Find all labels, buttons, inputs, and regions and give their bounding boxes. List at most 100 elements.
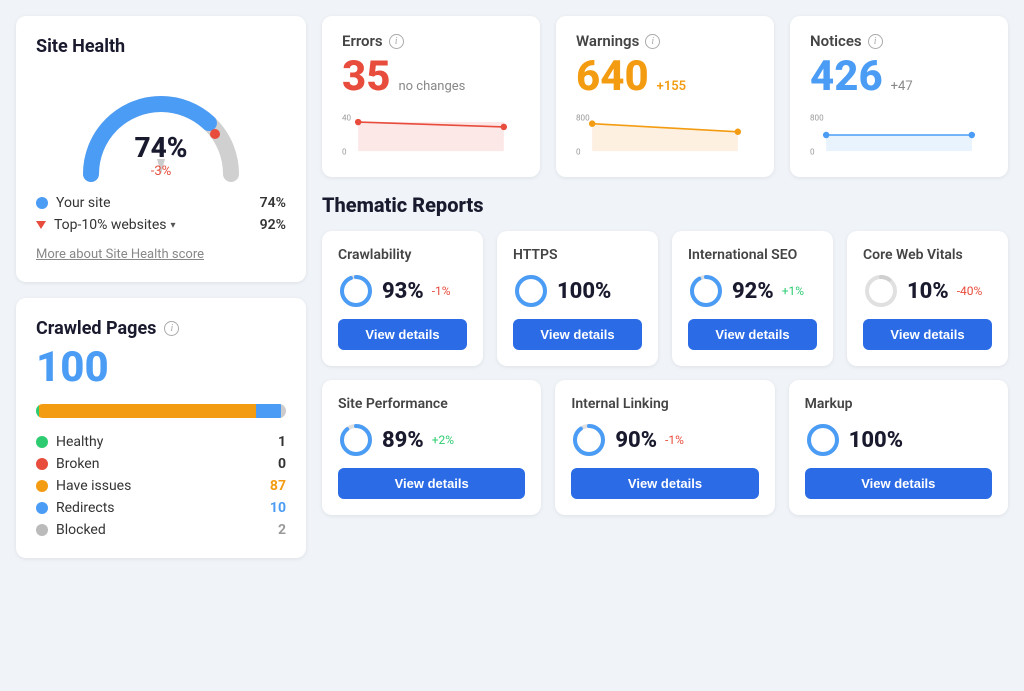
reports-top-grid: Crawlability 93% -1% View details HTTPS (322, 231, 1008, 366)
legend-healthy: Healthy 1 (36, 434, 286, 450)
top10-value: 92% (260, 217, 286, 233)
label-blocked: Blocked (56, 522, 106, 538)
notices-chart: 800 0 (810, 105, 988, 165)
your-site-row: Your site 74% (36, 195, 286, 211)
count-broken: 0 (278, 456, 286, 472)
intl-seo-view-btn[interactable]: View details (688, 319, 817, 350)
warnings-info-icon[interactable]: i (645, 34, 660, 49)
report-https-name: HTTPS (513, 247, 642, 263)
site-health-card: Site Health 74% -3% (16, 16, 306, 282)
warnings-card: Warnings i 640 +155 800 0 (556, 16, 774, 177)
errors-change: no changes (398, 79, 465, 94)
intl-seo-score: 92% (732, 279, 774, 304)
svg-text:0: 0 (810, 146, 815, 156)
crawled-progress-bar (36, 404, 286, 418)
errors-label: Errors (342, 32, 383, 50)
https-ring (513, 273, 549, 309)
report-site-perf: Site Performance 89% +2% View details (322, 380, 541, 515)
gauge-center: 74% -3% (134, 131, 187, 179)
chevron-down-icon[interactable]: ▾ (171, 220, 176, 231)
thematic-section: Thematic Reports Crawlability 93% -1% Vi… (322, 193, 1008, 515)
dot-issues (36, 480, 48, 492)
crawled-count: 100 (36, 343, 286, 392)
intl-seo-ring (688, 273, 724, 309)
warnings-number: 640 (576, 52, 649, 101)
warnings-chart: 800 0 (576, 105, 754, 165)
crawlability-score: 93% (382, 279, 424, 304)
your-site-label: Your site (56, 195, 111, 211)
site-perf-change: +2% (432, 433, 454, 447)
top10-row: Top-10% websites ▾ 92% (36, 217, 286, 233)
dot-blocked (36, 524, 48, 536)
markup-ring (805, 422, 841, 458)
gauge-change: -3% (134, 164, 187, 179)
dot-broken (36, 458, 48, 470)
crawl-legend: Healthy 1 Broken 0 Have issues (36, 434, 286, 538)
report-crawlability-name: Crawlability (338, 247, 467, 263)
site-perf-ring (338, 422, 374, 458)
label-broken: Broken (56, 456, 99, 472)
pb-issues (39, 404, 257, 418)
errors-info-icon[interactable]: i (389, 34, 404, 49)
crawlability-change: -1% (432, 284, 451, 298)
top10-arrow-icon (36, 221, 46, 229)
metrics-row: Errors i 35 no changes 40 0 (322, 16, 1008, 177)
pb-blocked (281, 404, 286, 418)
your-site-dot (36, 197, 48, 209)
internal-linking-change: -1% (665, 433, 684, 447)
report-crawlability: Crawlability 93% -1% View details (322, 231, 483, 366)
dashboard: Site Health 74% -3% (16, 16, 1008, 558)
site-perf-score: 89% (382, 428, 424, 453)
warnings-change: +155 (657, 79, 686, 94)
warnings-label: Warnings (576, 32, 639, 50)
crawlability-view-btn[interactable]: View details (338, 319, 467, 350)
notices-info-icon[interactable]: i (868, 34, 883, 49)
count-healthy: 1 (278, 434, 286, 450)
cwv-change: -40% (957, 284, 983, 298)
internal-linking-score: 90% (615, 428, 657, 453)
report-cwv: Core Web Vitals 10% -40% View details (847, 231, 1008, 366)
crawled-pages-title: Crawled Pages (36, 318, 156, 339)
report-internal-linking: Internal Linking 90% -1% View details (555, 380, 774, 515)
errors-card: Errors i 35 no changes 40 0 (322, 16, 540, 177)
report-site-perf-name: Site Performance (338, 396, 525, 412)
report-https: HTTPS 100% View details (497, 231, 658, 366)
label-redirects: Redirects (56, 500, 115, 516)
crawlability-ring (338, 273, 374, 309)
notices-number: 426 (810, 52, 883, 101)
thematic-title: Thematic Reports (322, 193, 1008, 217)
report-cwv-name: Core Web Vitals (863, 247, 992, 263)
https-view-btn[interactable]: View details (513, 319, 642, 350)
svg-text:800: 800 (576, 112, 590, 122)
dot-redirects (36, 502, 48, 514)
https-score: 100% (557, 279, 611, 304)
internal-linking-view-btn[interactable]: View details (571, 468, 758, 499)
dot-healthy (36, 436, 48, 448)
errors-chart: 40 0 (342, 105, 520, 165)
more-about-link[interactable]: More about Site Health score (36, 247, 204, 262)
markup-score: 100% (849, 428, 903, 453)
report-intl-seo: International SEO 92% +1% View details (672, 231, 833, 366)
markup-view-btn[interactable]: View details (805, 468, 992, 499)
site-health-title: Site Health (36, 36, 286, 57)
cwv-view-btn[interactable]: View details (863, 319, 992, 350)
top10-label: Top-10% websites (54, 217, 167, 233)
report-markup-name: Markup (805, 396, 992, 412)
report-markup: Markup 100% View details (789, 380, 1008, 515)
count-redirects: 10 (270, 500, 286, 516)
count-blocked: 2 (278, 522, 286, 538)
site-perf-view-btn[interactable]: View details (338, 468, 525, 499)
legend-issues: Have issues 87 (36, 478, 286, 494)
intl-seo-change: +1% (782, 284, 804, 298)
count-issues: 87 (270, 478, 286, 494)
errors-number: 35 (342, 52, 390, 101)
svg-text:0: 0 (576, 146, 581, 156)
crawled-pages-info-icon[interactable]: i (164, 321, 179, 336)
report-intl-seo-name: International SEO (688, 247, 817, 263)
cwv-ring (863, 273, 899, 309)
svg-text:800: 800 (810, 112, 824, 122)
notices-label: Notices (810, 32, 862, 50)
internal-linking-ring (571, 422, 607, 458)
gauge-percent: 74% (134, 131, 187, 164)
your-site-value: 74% (260, 195, 286, 211)
